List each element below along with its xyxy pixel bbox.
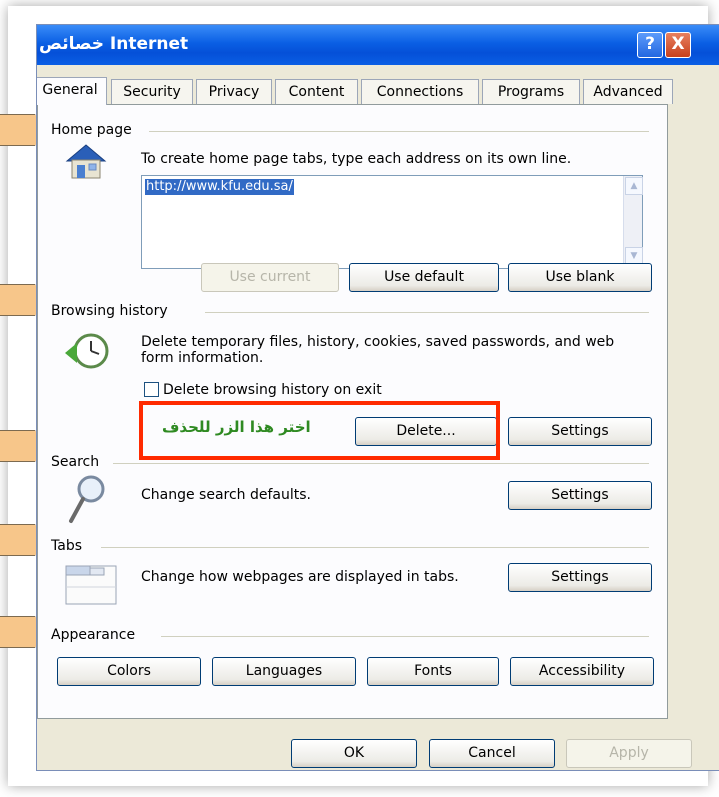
tab-strip: General Security Privacy Content Connect… [37, 77, 719, 105]
use-current-button[interactable]: Use current [201, 263, 339, 292]
home-page-heading: Home page [51, 122, 138, 138]
apply-button[interactable]: Apply [566, 739, 692, 768]
home-page-url: http://www.kfu.edu.sa/ [145, 179, 294, 195]
delete-on-exit-checkbox[interactable] [144, 382, 159, 397]
annotation-note: اختر هذا الزر للحذف [162, 418, 311, 436]
tabs-settings-button[interactable]: Settings [508, 563, 652, 592]
tab-programs[interactable]: Programs [482, 79, 580, 104]
home-icon [63, 141, 109, 181]
home-page-divider [149, 131, 649, 132]
scroll-up-icon[interactable]: ▲ [625, 177, 643, 195]
close-button[interactable]: X [665, 32, 691, 58]
delete-on-exit-label[interactable]: Delete browsing history on exit [163, 382, 382, 398]
appearance-heading: Appearance [51, 627, 142, 643]
browsing-history-heading: Browsing history [51, 303, 174, 319]
tabs-window-icon [65, 565, 117, 605]
tab-general[interactable]: General [37, 77, 107, 105]
tabs-divider [101, 547, 649, 548]
ok-button[interactable]: OK [291, 739, 417, 768]
title-bar[interactable]: خصائص Internet ? X [37, 25, 719, 65]
search-settings-button[interactable]: Settings [508, 481, 652, 510]
home-page-url-box[interactable]: http://www.kfu.edu.sa/ ▲ ▼ [141, 175, 643, 269]
tab-advanced[interactable]: Advanced [583, 79, 673, 104]
appearance-divider [161, 636, 649, 637]
search-magnifier-icon [67, 473, 107, 525]
tabs-heading: Tabs [51, 538, 88, 554]
languages-button[interactable]: Languages [212, 657, 356, 686]
history-clock-icon [63, 331, 113, 371]
use-blank-button[interactable]: Use blank [508, 263, 652, 292]
browsing-history-divider [205, 312, 649, 313]
browsing-history-description: Delete temporary files, history, cookies… [141, 334, 615, 366]
tab-privacy[interactable]: Privacy [196, 79, 272, 104]
use-default-button[interactable]: Use default [349, 263, 499, 292]
colors-button[interactable]: Colors [57, 657, 201, 686]
history-settings-button[interactable]: Settings [508, 417, 652, 446]
internet-options-dialog: خصائص Internet ? X General Security Priv… [36, 24, 719, 771]
search-heading: Search [51, 454, 106, 470]
fonts-button[interactable]: Fonts [367, 657, 499, 686]
tabs-description: Change how webpages are displayed in tab… [141, 569, 459, 585]
tab-content[interactable]: Content [275, 79, 358, 104]
accessibility-button[interactable]: Accessibility [510, 657, 654, 686]
home-page-scrollbar[interactable]: ▲ ▼ [623, 176, 643, 266]
cancel-button[interactable]: Cancel [429, 739, 555, 768]
window-title: خصائص Internet [39, 34, 189, 54]
tab-security[interactable]: Security [111, 79, 193, 104]
home-page-description: To create home page tabs, type each addr… [141, 151, 572, 167]
help-button[interactable]: ? [637, 32, 663, 58]
search-divider [113, 463, 649, 464]
search-description: Change search defaults. [141, 487, 312, 503]
tab-connections[interactable]: Connections [361, 79, 479, 104]
